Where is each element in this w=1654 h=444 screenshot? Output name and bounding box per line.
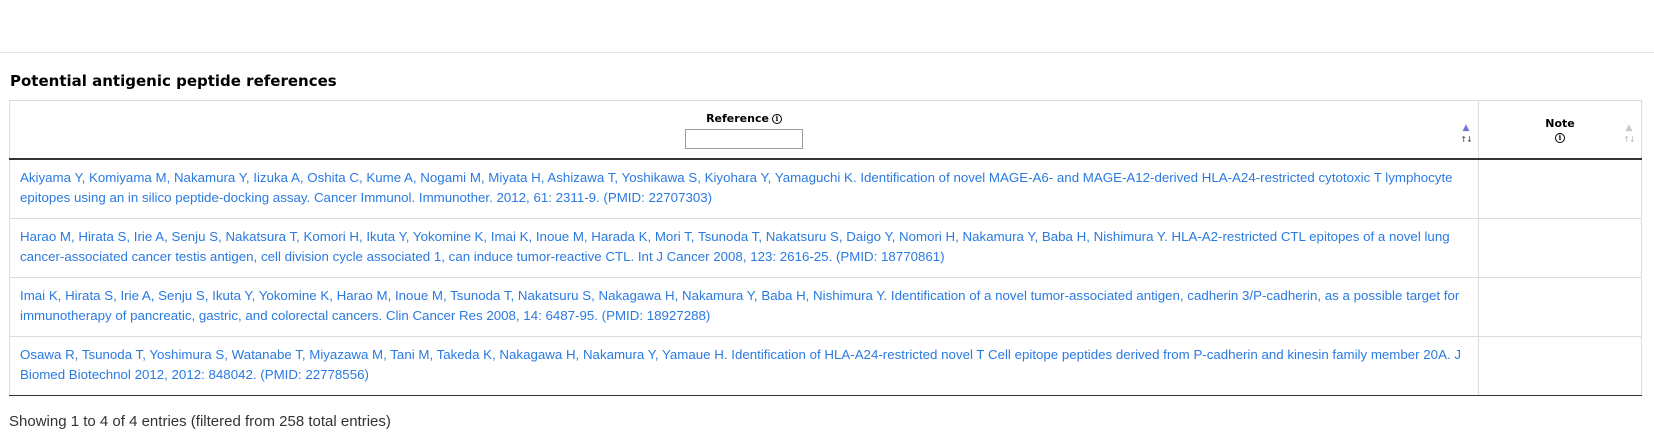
note-cell xyxy=(1478,277,1642,337)
reference-link[interactable]: Osawa R, Tsunoda T, Yoshimura S, Watanab… xyxy=(20,347,1461,382)
info-icon[interactable]: i xyxy=(1555,132,1565,143)
reference-cell: Imai K, Hirata S, Irie A, Senju S, Ikuta… xyxy=(9,277,1479,337)
table-row: Akiyama Y, Komiyama M, Nakamura Y, Iizuk… xyxy=(9,159,1642,219)
column-header-label: Note xyxy=(1545,116,1575,130)
top-divider xyxy=(0,52,1654,53)
note-cell xyxy=(1478,218,1642,278)
reference-cell: Harao M, Hirata S, Irie A, Senju S, Naka… xyxy=(9,218,1479,278)
reference-cell: Osawa R, Tsunoda T, Yoshimura S, Watanab… xyxy=(9,336,1479,396)
reference-filter-input[interactable] xyxy=(685,129,803,149)
table-header-row: Reference i ▲ ↑↓ Note i ▲ ↑↓ xyxy=(9,100,1642,160)
reference-cell: Akiyama Y, Komiyama M, Nakamura Y, Iizuk… xyxy=(9,159,1479,219)
table-row: Osawa R, Tsunoda T, Yoshimura S, Watanab… xyxy=(9,336,1642,396)
section-title: Potential antigenic peptide references xyxy=(10,72,337,90)
sort-icon[interactable]: ▲ ↑↓ xyxy=(1623,122,1635,146)
reference-link[interactable]: Harao M, Hirata S, Irie A, Senju S, Naka… xyxy=(20,229,1450,264)
reference-link[interactable]: Akiyama Y, Komiyama M, Nakamura Y, Iizuk… xyxy=(20,170,1453,205)
column-header-label: Reference xyxy=(706,112,769,125)
references-table: Reference i ▲ ↑↓ Note i ▲ ↑↓ Akiyama Y, … xyxy=(9,100,1642,396)
sort-ascending-icon[interactable]: ▲ ↑↓ xyxy=(1460,122,1472,146)
note-cell xyxy=(1478,159,1642,219)
info-icon[interactable]: i xyxy=(771,113,782,124)
table-row: Imai K, Hirata S, Irie A, Senju S, Ikuta… xyxy=(9,277,1642,337)
note-cell xyxy=(1478,336,1642,396)
column-header-note[interactable]: Note i ▲ ↑↓ xyxy=(1478,100,1642,160)
table-info-text: Showing 1 to 4 of 4 entries (filtered fr… xyxy=(9,413,391,430)
table-row: Harao M, Hirata S, Irie A, Senju S, Naka… xyxy=(9,218,1642,278)
column-header-reference[interactable]: Reference i ▲ ↑↓ xyxy=(9,100,1479,160)
references-table-wrapper: Reference i ▲ ↑↓ Note i ▲ ↑↓ Akiyama Y, … xyxy=(9,100,1642,396)
reference-link[interactable]: Imai K, Hirata S, Irie A, Senju S, Ikuta… xyxy=(20,288,1459,323)
